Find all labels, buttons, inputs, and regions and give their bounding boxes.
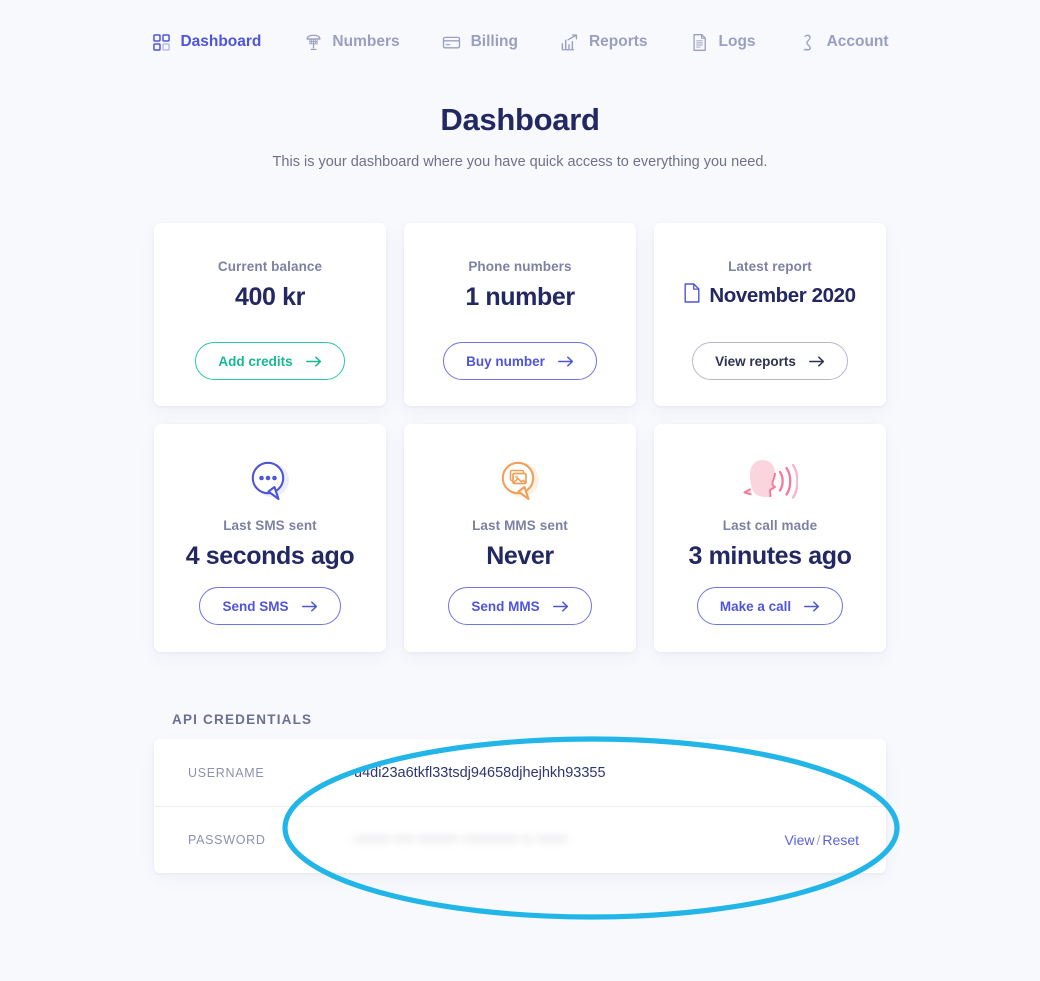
speaking-head-icon bbox=[742, 450, 798, 508]
button-label: Make a call bbox=[719, 598, 792, 614]
card-action-wrap: Send SMS bbox=[199, 587, 341, 652]
file-icon bbox=[684, 283, 700, 309]
nav-item-label: Billing bbox=[470, 33, 518, 50]
card-value: Never bbox=[486, 542, 554, 570]
api-credentials-section: API CREDENTIALS USERNAME u4di23a6tkfl33t… bbox=[154, 712, 886, 873]
credential-row-username: USERNAME u4di23a6tkfl33tsdj94658djhejhkh… bbox=[154, 739, 886, 806]
nav-item-logs[interactable]: Logs bbox=[669, 32, 777, 52]
card-label: Last MMS sent bbox=[472, 518, 568, 533]
username-value[interactable]: u4di23a6tkfl33tsdj94658djhejhkh93355 bbox=[354, 765, 859, 781]
page-subtitle: This is your dashboard where you have qu… bbox=[272, 154, 768, 170]
stats-row-activity: Last SMS sent 4 seconds ago Send SMS Las… bbox=[154, 424, 886, 652]
phone-icon bbox=[303, 32, 323, 52]
add-credits-button[interactable]: Add credits bbox=[195, 342, 345, 380]
card-action-wrap: Buy number bbox=[443, 342, 597, 406]
make-a-call-button[interactable]: Make a call bbox=[696, 587, 844, 625]
card-action-wrap: Send MMS bbox=[448, 587, 592, 652]
button-label: View reports bbox=[715, 353, 796, 369]
card-last-sms: Last SMS sent 4 seconds ago Send SMS bbox=[154, 424, 386, 652]
card-value: 1 number bbox=[465, 283, 575, 311]
nav-item-reports[interactable]: Reports bbox=[539, 32, 669, 52]
send-mms-button[interactable]: Send MMS bbox=[448, 587, 592, 625]
page-title: Dashboard bbox=[440, 102, 600, 137]
card-value: 3 minutes ago bbox=[688, 542, 852, 570]
arrow-right-icon bbox=[804, 600, 820, 612]
view-password-link[interactable]: View bbox=[784, 832, 814, 848]
card-icon bbox=[442, 32, 462, 52]
main-navigation: Dashboard Numbers Billing Reports Logs A… bbox=[0, 0, 1040, 62]
arrow-right-icon bbox=[301, 600, 318, 612]
nav-item-label: Dashboard bbox=[180, 33, 262, 50]
buy-number-button[interactable]: Buy number bbox=[443, 342, 597, 380]
card-label: Last call made bbox=[722, 518, 818, 533]
card-label: Current balance bbox=[217, 259, 323, 274]
card-action-wrap: View reports bbox=[692, 342, 848, 406]
grid-icon bbox=[151, 32, 171, 52]
speech-bubble-dots-icon bbox=[243, 450, 297, 508]
password-actions: View / Reset bbox=[784, 832, 859, 848]
card-latest-report: Latest report November 2020 View reports bbox=[654, 223, 886, 406]
document-icon bbox=[690, 32, 710, 52]
chart-icon bbox=[560, 32, 580, 52]
card-label: Latest report bbox=[728, 259, 812, 274]
card-label: Phone numbers bbox=[468, 259, 572, 274]
arrow-right-icon bbox=[808, 355, 825, 367]
password-label: PASSWORD bbox=[188, 833, 266, 847]
card-action-wrap: Make a call bbox=[696, 587, 844, 652]
nav-item-label: Account bbox=[826, 33, 889, 50]
card-value: 4 seconds ago bbox=[185, 542, 355, 570]
view-reports-button[interactable]: View reports bbox=[692, 342, 848, 380]
card-last-call: Last call made 3 minutes ago Make a call bbox=[654, 424, 886, 652]
arrow-right-icon bbox=[305, 355, 322, 367]
page-header: Dashboard This is your dashboard where y… bbox=[0, 102, 1040, 170]
arrow-right-icon bbox=[552, 600, 569, 612]
button-label: Add credits bbox=[218, 353, 293, 369]
card-action-wrap: Add credits bbox=[195, 342, 345, 406]
nav-item-numbers[interactable]: Numbers bbox=[282, 32, 420, 52]
card-value-group: November 2020 bbox=[684, 283, 856, 309]
api-credentials-table: USERNAME u4di23a6tkfl33tsdj94658djhejhkh… bbox=[154, 739, 886, 873]
button-label: Send SMS bbox=[222, 598, 289, 614]
card-label: Last SMS sent bbox=[223, 518, 317, 533]
arrow-right-icon bbox=[557, 355, 574, 367]
button-label: Buy number bbox=[466, 353, 545, 369]
send-sms-button[interactable]: Send SMS bbox=[199, 587, 341, 625]
stats-row-primary: Current balance 400 kr Add credits Phone… bbox=[154, 223, 886, 406]
card-phone-numbers: Phone numbers 1 number Buy number bbox=[404, 223, 636, 406]
person-icon bbox=[798, 32, 818, 52]
card-last-mms: Last MMS sent Never Send MMS bbox=[404, 424, 636, 652]
username-label: USERNAME bbox=[188, 765, 265, 780]
card-value: 400 kr bbox=[235, 283, 305, 311]
password-value-masked: ••••••• •••• •••••••• ••••••••••• •• •••… bbox=[354, 832, 568, 848]
nav-item-account[interactable]: Account bbox=[777, 32, 910, 52]
nav-item-label: Logs bbox=[718, 33, 756, 50]
speech-bubble-image-icon bbox=[493, 450, 547, 508]
button-label: Send MMS bbox=[471, 598, 540, 614]
nav-item-label: Numbers bbox=[332, 33, 400, 50]
card-value: November 2020 bbox=[709, 284, 856, 307]
nav-item-label: Reports bbox=[588, 33, 648, 50]
nav-item-billing[interactable]: Billing bbox=[421, 32, 539, 52]
nav-item-dashboard[interactable]: Dashboard bbox=[130, 32, 282, 52]
api-credentials-heading: API CREDENTIALS bbox=[172, 712, 313, 727]
credential-row-password: PASSWORD ••••••• •••• •••••••• •••••••••… bbox=[154, 806, 886, 873]
card-current-balance: Current balance 400 kr Add credits bbox=[154, 223, 386, 406]
reset-password-link[interactable]: Reset bbox=[822, 832, 859, 848]
